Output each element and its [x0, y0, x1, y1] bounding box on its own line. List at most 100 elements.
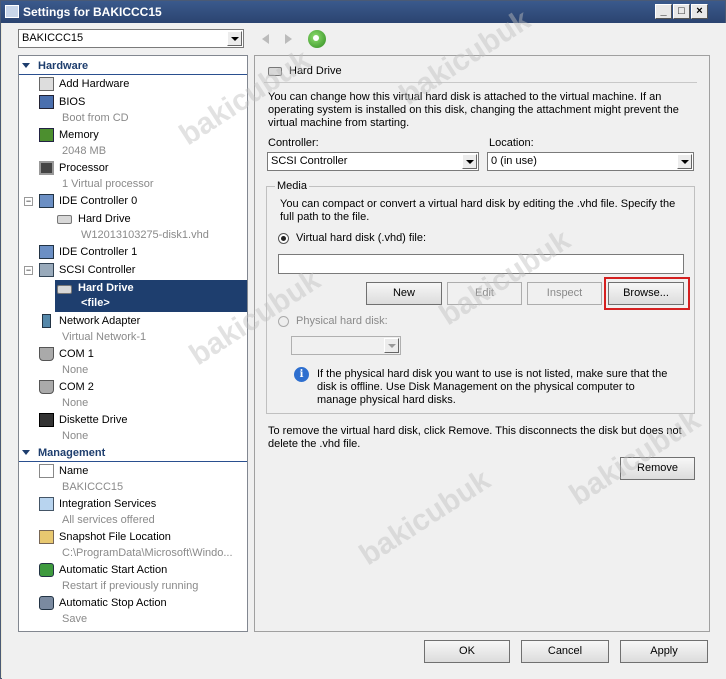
settings-app-icon — [5, 5, 19, 18]
minimize-button[interactable]: _ — [655, 4, 672, 19]
controller-dropdown[interactable]: SCSI Controller — [267, 152, 479, 171]
inspect-button[interactable]: Inspect — [527, 282, 602, 305]
header-divider — [19, 461, 247, 462]
name-icon — [39, 464, 54, 478]
media-label: Media — [275, 180, 309, 192]
physical-disk-radio[interactable] — [278, 316, 289, 327]
chevron-down-icon — [384, 338, 399, 353]
tree-item-ide-controller-0[interactable]: − IDE Controller 0 — [19, 193, 247, 211]
scsi-controller-icon — [39, 263, 54, 277]
physical-disk-dropdown[interactable] — [291, 336, 401, 355]
info-icon: i — [294, 367, 309, 382]
tree-item-network-adapter[interactable]: Network Adapter — [19, 313, 247, 331]
tree-item-label: IDE Controller 1 — [59, 246, 138, 258]
panel-description: You can change how this virtual hard dis… — [268, 91, 679, 129]
panel-title: Hard Drive — [289, 65, 342, 77]
processor-sub: 1 Virtual processor — [62, 178, 154, 190]
tree-item-label: Network Adapter — [59, 315, 141, 327]
apply-button[interactable]: Apply — [620, 640, 708, 663]
location-dropdown[interactable]: 0 (in use) — [487, 152, 694, 171]
collapse-toggle-icon[interactable]: − — [24, 197, 33, 206]
tree-item-diskette-drive[interactable]: Diskette Drive — [19, 412, 247, 430]
chevron-down-icon — [677, 154, 692, 169]
vhd-file-radio[interactable] — [278, 233, 289, 244]
media-description: You can compact or convert a virtual har… — [280, 198, 676, 223]
settings-tree: Hardware Add Hardware BIOS Boot from CD … — [18, 55, 248, 632]
tree-item-bios[interactable]: BIOS — [19, 94, 247, 112]
ide-controller-icon — [39, 245, 54, 259]
tree-item-integration-services[interactable]: Integration Services — [19, 496, 247, 514]
tree-item-com-1[interactable]: COM 1 — [19, 346, 247, 364]
tree-item-add-hardware[interactable]: Add Hardware — [19, 76, 247, 94]
tree-item-com-2[interactable]: COM 2 — [19, 379, 247, 397]
name-sub: BAKICCC15 — [62, 481, 124, 493]
snapshot-icon — [39, 530, 54, 544]
tree-item-scsi-hard-drive-selected[interactable]: Hard Drive <file> — [55, 280, 247, 312]
controller-value: SCSI Controller — [271, 155, 348, 167]
diskette-drive-icon — [39, 413, 54, 427]
browse-highlight-box — [604, 277, 690, 310]
hardware-group-header[interactable]: Hardware — [19, 58, 247, 75]
ide-hard-drive-sub: W12013103275-disk1.vhd — [81, 229, 209, 241]
integration-services-icon — [39, 497, 54, 511]
chevron-down-icon — [462, 154, 477, 169]
tree-item-label: Automatic Start Action — [59, 564, 168, 576]
tree-item-label: Processor — [59, 162, 109, 174]
tree-item-label: COM 2 — [59, 381, 94, 393]
tree-item-label: Hard Drive — [78, 282, 134, 294]
settings-window: Settings for BAKICCC15 _ □ × BAKICCC15 H… — [0, 0, 726, 679]
tree-item-ide-hard-drive[interactable]: Hard Drive — [19, 211, 247, 229]
ok-button[interactable]: OK — [424, 640, 510, 663]
management-group-header[interactable]: Management — [19, 445, 247, 462]
tree-item-ide-controller-1[interactable]: IDE Controller 1 — [19, 244, 247, 262]
cancel-button[interactable]: Cancel — [521, 640, 609, 663]
remove-button[interactable]: Remove — [620, 457, 695, 480]
ide-controller-icon — [39, 194, 54, 208]
vm-selector-value: BAKICCC15 — [22, 32, 84, 44]
panel-title-divider — [264, 82, 697, 83]
tree-item-name[interactable]: Name — [19, 463, 247, 481]
automatic-start-action-sub: Restart if previously running — [62, 580, 199, 592]
diskette-drive-sub: None — [62, 430, 89, 442]
tree-item-automatic-stop-action[interactable]: Automatic Stop Action — [19, 595, 247, 613]
tree-item-label: Add Hardware — [59, 78, 130, 90]
bios-icon — [39, 95, 54, 109]
collapse-arrow-icon[interactable] — [22, 62, 31, 71]
new-button[interactable]: New — [366, 282, 442, 305]
collapse-arrow-icon[interactable] — [22, 449, 31, 458]
bios-sub: Boot from CD — [62, 112, 129, 124]
physical-radio-label: Physical hard disk: — [296, 315, 388, 327]
tree-item-label: Memory — [59, 129, 99, 141]
collapse-toggle-icon[interactable]: − — [24, 266, 33, 275]
tree-item-label: COM 1 — [59, 348, 94, 360]
snapshot-file-location-sub: C:\ProgramData\Microsoft\Windo... — [62, 547, 233, 559]
vm-selector-dropdown[interactable]: BAKICCC15 — [18, 29, 244, 48]
tree-item-memory[interactable]: Memory — [19, 127, 247, 145]
add-hardware-icon — [39, 77, 54, 91]
network-adapter-icon — [42, 314, 51, 328]
integration-services-sub: All services offered — [62, 514, 155, 526]
window-title: Settings for BAKICCC15 — [23, 5, 162, 19]
edit-button[interactable]: Edit — [447, 282, 522, 305]
refresh-icon[interactable] — [308, 30, 326, 48]
vhd-path-input[interactable] — [278, 254, 684, 274]
chevron-down-icon — [227, 31, 242, 46]
vhd-radio-label: Virtual hard disk (.vhd) file: — [296, 232, 427, 244]
automatic-stop-action-sub: Save — [62, 613, 88, 625]
location-value: 0 (in use) — [491, 155, 537, 167]
back-arrow-icon[interactable] — [260, 32, 272, 46]
tree-item-scsi-controller[interactable]: − SCSI Controller — [19, 262, 247, 280]
tree-item-label: Diskette Drive — [59, 414, 128, 426]
com-1-sub: None — [62, 364, 89, 376]
maximize-button[interactable]: □ — [673, 4, 690, 19]
com-2-sub: None — [62, 397, 89, 409]
scsi-hard-drive-sub: <file> — [81, 297, 110, 309]
close-button[interactable]: × — [691, 4, 708, 19]
tree-item-snapshot-file-location[interactable]: Snapshot File Location — [19, 529, 247, 547]
hard-drive-icon — [57, 285, 72, 294]
forward-arrow-icon[interactable] — [282, 32, 294, 46]
memory-icon — [39, 128, 54, 142]
tree-item-label: Automatic Stop Action — [59, 597, 167, 609]
tree-item-processor[interactable]: Processor — [19, 160, 247, 178]
tree-item-automatic-start-action[interactable]: Automatic Start Action — [19, 562, 247, 580]
